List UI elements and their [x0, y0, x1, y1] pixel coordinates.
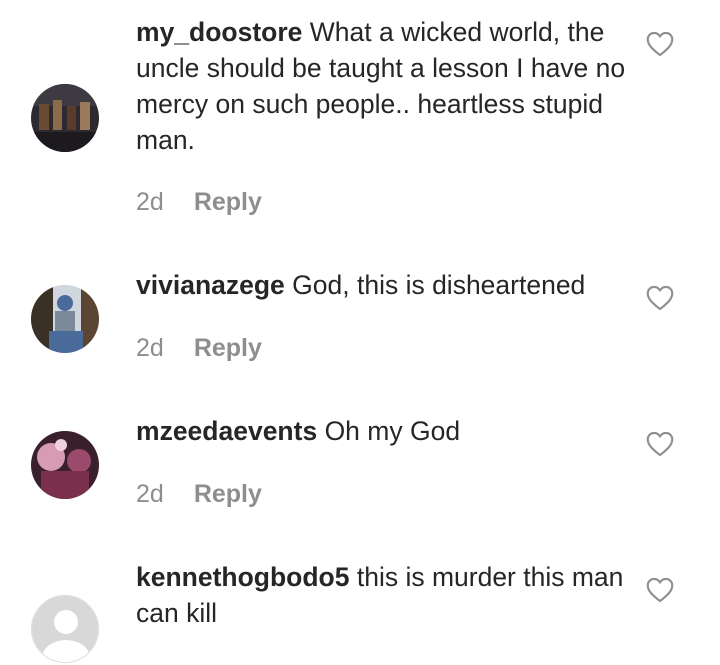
comment-meta: 2d Reply — [136, 188, 262, 217]
heart-outline-icon[interactable] — [646, 285, 674, 311]
reply-button[interactable]: Reply — [194, 334, 262, 362]
comment-username[interactable]: my_doostore — [136, 17, 302, 47]
comment-time: 2d — [136, 188, 164, 216]
avatar-image — [31, 84, 99, 152]
avatar[interactable] — [31, 431, 99, 499]
avatar[interactable] — [31, 595, 99, 663]
comment-body: kennethogbodo5 this is murder this man c… — [136, 559, 626, 631]
heart-outline-icon[interactable] — [646, 31, 674, 57]
heart-outline-icon[interactable] — [646, 431, 674, 457]
comment-text: God, this is disheartened — [292, 270, 586, 300]
comment-username[interactable]: vivianazege — [136, 270, 285, 300]
comment-body: my_doostore What a wicked world, the unc… — [136, 14, 626, 158]
heart-outline-icon[interactable] — [646, 577, 674, 603]
avatar[interactable] — [31, 84, 99, 152]
comment-username[interactable]: mzeedaevents — [136, 416, 317, 446]
avatar-image — [31, 285, 99, 353]
comment-body: mzeedaevents Oh my God — [136, 413, 626, 449]
reply-button[interactable]: Reply — [194, 188, 262, 216]
reply-button[interactable]: Reply — [194, 480, 262, 508]
comment-body: vivianazege God, this is disheartened — [136, 267, 626, 303]
person-silhouette-icon — [32, 596, 98, 662]
comment-meta: 2d Reply — [136, 334, 262, 363]
comment-meta: 2d Reply — [136, 480, 262, 509]
comment-username[interactable]: kennethogbodo5 — [136, 562, 349, 592]
comment-time: 2d — [136, 480, 164, 508]
avatar[interactable] — [31, 285, 99, 353]
comment-time: 2d — [136, 334, 164, 362]
comment-text: Oh my God — [324, 416, 461, 446]
avatar-image — [31, 431, 99, 499]
